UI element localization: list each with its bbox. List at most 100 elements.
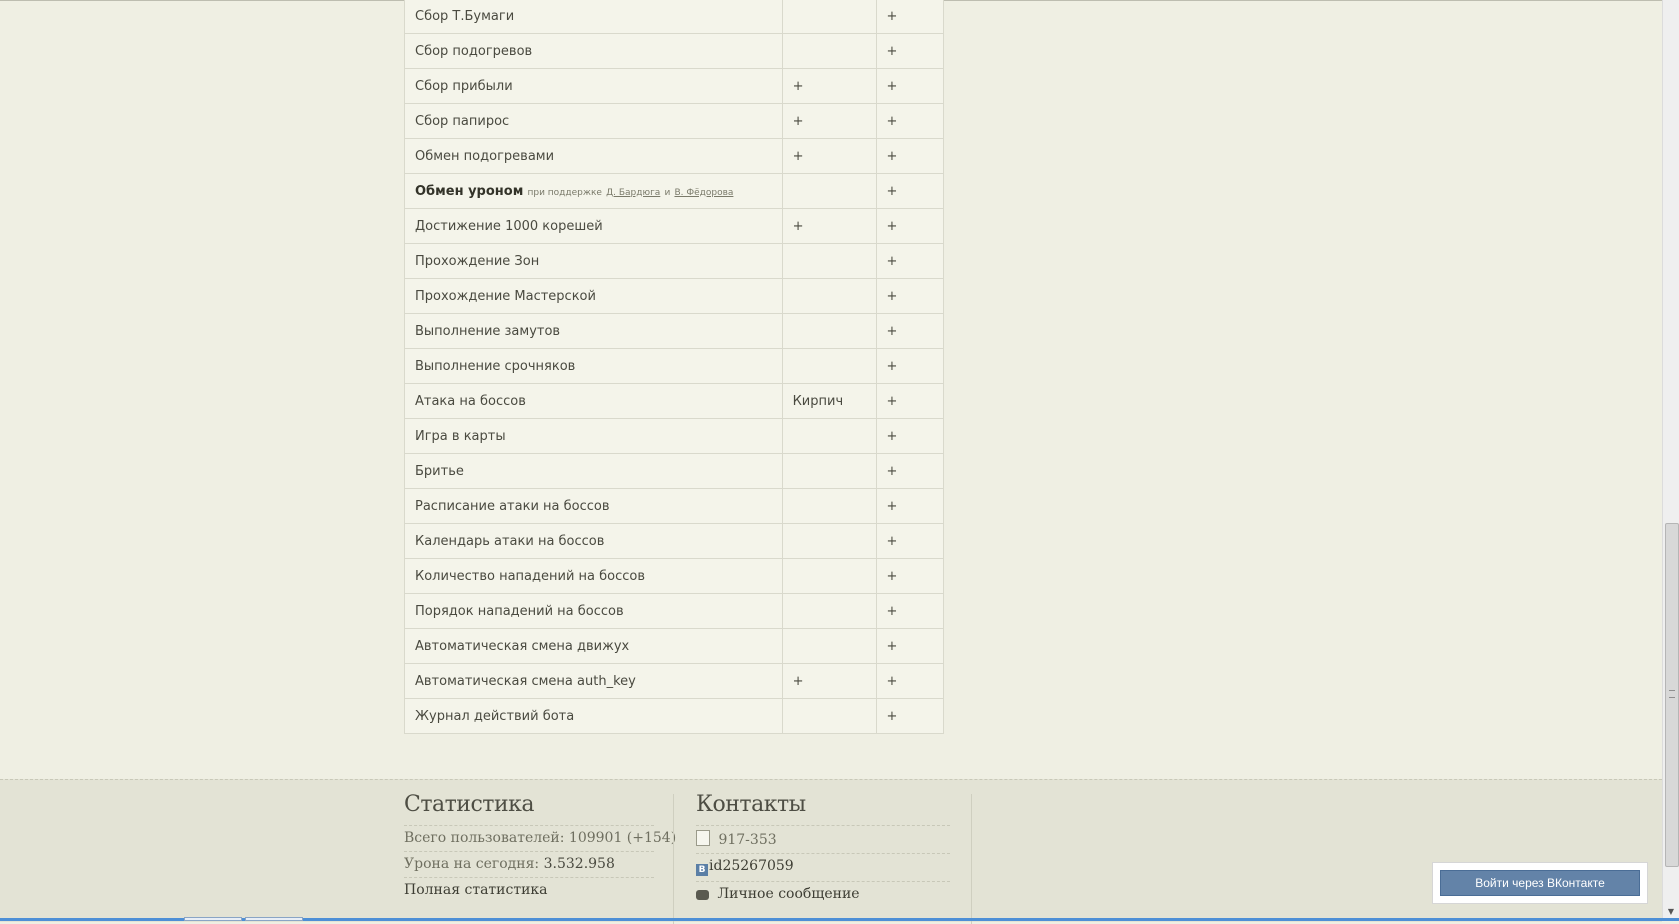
vk-login-widget: Войти через ВКонтакте: [1432, 862, 1648, 904]
feature-col-a: [781, 523, 877, 559]
contact-phone: 917-353: [696, 825, 950, 853]
taskbar-tab[interactable]: [245, 917, 303, 921]
feature-name: Бритье: [404, 453, 783, 489]
feature-col-b: +: [875, 453, 944, 489]
feature-col-a: [781, 243, 877, 279]
support-note: при поддержке: [527, 187, 602, 198]
feature-name: Сбор подогревов: [404, 33, 783, 69]
table-row: Прохождение Зон +: [404, 243, 944, 279]
message-icon: [696, 890, 709, 900]
table-row: Обмен уроном при поддержке Д. Бардюга и …: [404, 173, 944, 209]
vertical-scrollbar[interactable]: ▼: [1662, 0, 1679, 921]
feature-name: Выполнение срочняков: [404, 348, 783, 384]
table-row: Выполнение замутов +: [404, 313, 944, 349]
phone-icon: [696, 830, 710, 846]
feature-col-a: +: [781, 208, 877, 244]
features-table-body: Сбор Т.Бумаги + Сбор подогревов + Сбор при…: [404, 0, 944, 734]
feature-col-b: +: [875, 173, 944, 209]
feature-col-a: [781, 33, 877, 69]
feature-name: Достижение 1000 корешей: [404, 208, 783, 244]
feature-col-b: +: [875, 348, 944, 384]
contact-vk-id[interactable]: id25267059: [709, 858, 794, 874]
feature-col-b: +: [875, 313, 944, 349]
feature-col-b: +: [875, 418, 944, 454]
feature-col-b: +: [875, 278, 944, 314]
table-row: Достижение 1000 корешей + +: [404, 208, 944, 244]
footer: Статистика Всего пользователей: 109901 (…: [0, 779, 1662, 924]
feature-name: Выполнение замутов: [404, 313, 783, 349]
scroll-down-arrow-icon[interactable]: ▼: [1665, 905, 1677, 919]
stats-users-label: Всего пользователей:: [404, 830, 565, 846]
table-row: Журнал действий бота +: [404, 698, 944, 734]
contact-phone-value: 917-353: [718, 832, 777, 848]
feature-col-a: [781, 278, 877, 314]
table-row: Сбор подогревов +: [404, 33, 944, 69]
stats-damage: Урона на сегодня: 3.532.958: [404, 851, 654, 877]
feature-col-b: +: [875, 243, 944, 279]
feature-name: Обмен подогревами: [404, 138, 783, 174]
feature-name: Атака на боссов: [404, 383, 783, 419]
feature-name: Сбор прибыли: [404, 68, 783, 104]
feature-col-a: +: [781, 138, 877, 174]
support-link-fedorov[interactable]: В. Фёдорова: [674, 188, 733, 198]
stats-section: Статистика Всего пользователей: 109901 (…: [404, 792, 676, 903]
contact-message-label[interactable]: Личное сообщение: [717, 886, 859, 902]
stats-damage-label: Урона на сегодня:: [404, 856, 540, 872]
footer-divider: [673, 794, 674, 924]
stats-title: Статистика: [404, 792, 534, 817]
stats-users-value: 109901 (+154): [568, 830, 677, 846]
feature-col-b: +: [875, 663, 944, 699]
feature-col-a: [781, 593, 877, 629]
feature-col-b: +: [875, 523, 944, 559]
feature-col-b: +: [875, 628, 944, 664]
table-row: Сбор прибыли + +: [404, 68, 944, 104]
contact-message[interactable]: Личное сообщение: [696, 881, 950, 907]
feature-col-b: +: [875, 698, 944, 734]
full-stats-link[interactable]: Полная статистика: [404, 877, 654, 903]
feature-col-b: +: [875, 138, 944, 174]
feature-col-a: [781, 628, 877, 664]
feature-name: Журнал действий бота: [404, 698, 783, 734]
feature-name: Календарь атаки на боссов: [404, 523, 783, 559]
support-conjunction: и: [664, 187, 671, 198]
feature-col-a: +: [781, 103, 877, 139]
feature-name: Автоматическая смена движух: [404, 628, 783, 664]
feature-col-a: [781, 698, 877, 734]
taskbar-tab[interactable]: [184, 917, 242, 921]
vk-login-button[interactable]: Войти через ВКонтакте: [1440, 870, 1640, 896]
table-row: Игра в карты +: [404, 418, 944, 454]
feature-col-a: +: [781, 663, 877, 699]
features-table: Сбор Т.Бумаги + Сбор подогревов + Сбор при…: [404, 0, 944, 734]
feature-col-b: +: [875, 593, 944, 629]
feature-col-b: +: [875, 68, 944, 104]
table-row: Бритье +: [404, 453, 944, 489]
scrollbar-thumb[interactable]: [1665, 523, 1679, 867]
feature-col-a: [781, 313, 877, 349]
table-row: Сбор папирос + +: [404, 103, 944, 139]
feature-name: Порядок нападений на боссов: [404, 593, 783, 629]
feature-col-a: [781, 173, 877, 209]
feature-name: Сбор папирос: [404, 103, 783, 139]
feature-name: Прохождение Мастерской: [404, 278, 783, 314]
footer-divider: [971, 794, 972, 924]
feature-col-b: +: [875, 488, 944, 524]
contact-vk[interactable]: Bid25267059: [696, 853, 950, 881]
support-link-bardyug[interactable]: Д. Бардюга: [606, 188, 660, 198]
feature-name: Количество нападений на боссов: [404, 558, 783, 594]
table-row: Порядок нападений на боссов +: [404, 593, 944, 629]
feature-col-b: +: [875, 558, 944, 594]
feature-name: Расписание атаки на боссов: [404, 488, 783, 524]
table-row: Календарь атаки на боссов +: [404, 523, 944, 559]
vk-icon: B: [696, 864, 708, 876]
feature-col-a: [781, 0, 877, 34]
table-row: Автоматическая смена движух +: [404, 628, 944, 664]
scrollbar-grip-icon: [1669, 690, 1675, 698]
feature-col-a: [781, 488, 877, 524]
feature-col-a: [781, 418, 877, 454]
table-row: Автоматическая смена auth_key + +: [404, 663, 944, 699]
feature-name: Обмен уроном: [415, 183, 524, 199]
feature-col-b: +: [875, 0, 944, 34]
feature-col-a: [781, 453, 877, 489]
feature-col-a: [781, 348, 877, 384]
feature-name-damage-exchange: Обмен уроном при поддержке Д. Бардюга и …: [404, 173, 783, 209]
